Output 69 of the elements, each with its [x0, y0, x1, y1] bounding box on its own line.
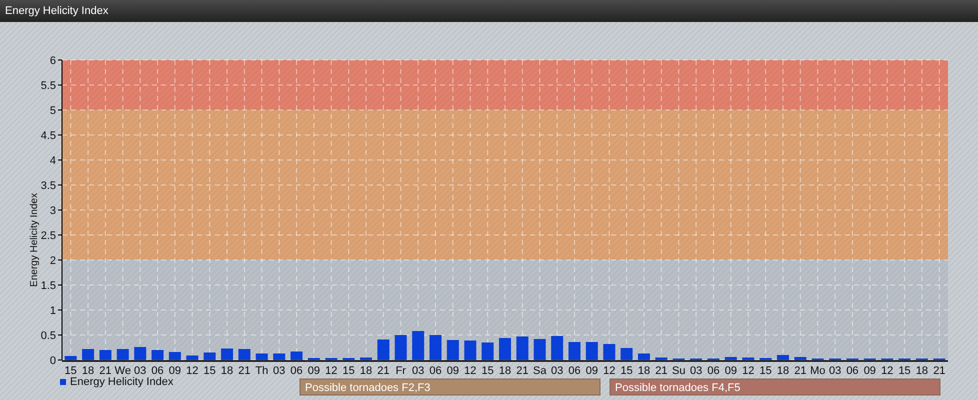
y-tick-label: 0.5 — [40, 330, 56, 342]
x-tick-label: 06 — [151, 365, 164, 377]
x-tick-label: 12 — [881, 365, 894, 377]
x-tick-label: 15 — [620, 365, 633, 377]
y-tick-label: 0 — [50, 355, 56, 367]
x-tick-label: 12 — [464, 365, 476, 377]
x-tick-label: 09 — [864, 365, 876, 377]
x-tick-label: 03 — [551, 365, 564, 377]
y-tick-label: 4.5 — [40, 130, 56, 142]
x-tick-label: 15 — [898, 365, 911, 377]
x-tick-label: 21 — [238, 365, 251, 377]
x-tick-label: Th — [255, 365, 268, 377]
y-axis-title: Energy Helicity Index — [29, 193, 40, 287]
y-tick-label: 1 — [50, 305, 56, 317]
x-tick-label: 21 — [99, 365, 112, 377]
x-tick-label: 09 — [168, 365, 182, 377]
y-tick-label: 2 — [50, 255, 56, 267]
x-tick-label: 03 — [273, 365, 286, 377]
y-tick-label: 1.5 — [40, 280, 56, 292]
x-tick-label: 12 — [603, 365, 616, 377]
band-label: Possible tornadoes F4,F5 — [610, 378, 940, 396]
x-tick-label: 06 — [290, 365, 303, 377]
legend-label: Energy Helicity Index — [70, 376, 174, 388]
x-tick-label: 18 — [916, 365, 928, 377]
x-tick-label: 03 — [134, 365, 146, 377]
x-tick-label: 15 — [759, 365, 772, 377]
x-tick-label: 15 — [204, 365, 216, 377]
y-tick-label: 2.5 — [40, 230, 56, 242]
x-tick-label: 09 — [724, 365, 737, 377]
x-tick-label: Su — [672, 365, 686, 377]
x-tick-label: 09 — [586, 365, 598, 377]
x-tick-label: 18 — [498, 365, 512, 377]
x-tick-label: 09 — [308, 365, 320, 377]
x-tick-label: 18 — [220, 365, 234, 377]
x-tick-label: 21 — [516, 365, 528, 377]
x-tick-label: 21 — [794, 365, 806, 377]
x-tick-label: 03 — [828, 365, 842, 377]
window-title: Energy Helicity Index — [0, 0, 978, 22]
x-tick-label: We — [114, 365, 131, 377]
y-tick-label: 3 — [50, 205, 56, 217]
x-tick-label: Fr — [396, 365, 406, 377]
x-tick-label: Mo — [810, 365, 826, 377]
y-tick-label: 6 — [50, 55, 56, 67]
x-tick-label: 21 — [655, 365, 668, 377]
x-tick-label: 15 — [342, 365, 355, 377]
x-tick-label: 18 — [638, 365, 650, 377]
x-tick-label: 18 — [82, 365, 94, 377]
y-tick-label: 4 — [50, 155, 56, 167]
y-tick-label: 5 — [50, 105, 56, 117]
x-tick-label: 06 — [429, 365, 442, 377]
x-tick-label: 21 — [933, 365, 946, 377]
x-tick-label: 18 — [776, 365, 790, 377]
x-tick-label: 03 — [412, 365, 424, 377]
x-tick-label: 06 — [707, 365, 720, 377]
x-tick-label: 18 — [360, 365, 372, 377]
x-tick-label: 09 — [446, 365, 459, 377]
x-tick-label: 12 — [186, 365, 198, 377]
x-tick-label: 15 — [64, 365, 77, 377]
x-tick-label: Sa — [533, 365, 546, 377]
y-tick-label: 3.5 — [40, 180, 56, 192]
x-tick-label: 15 — [482, 365, 494, 377]
y-tick-label: 5.5 — [40, 80, 56, 92]
x-tick-label: 12 — [742, 365, 754, 377]
x-tick-label: 03 — [690, 365, 702, 377]
x-tick-label: 12 — [325, 365, 338, 377]
band-label: Possible tornadoes F2,F3 — [300, 378, 600, 396]
x-tick-label: 21 — [377, 365, 390, 377]
x-tick-label: 06 — [568, 365, 581, 377]
x-tick-label: 06 — [846, 365, 859, 377]
